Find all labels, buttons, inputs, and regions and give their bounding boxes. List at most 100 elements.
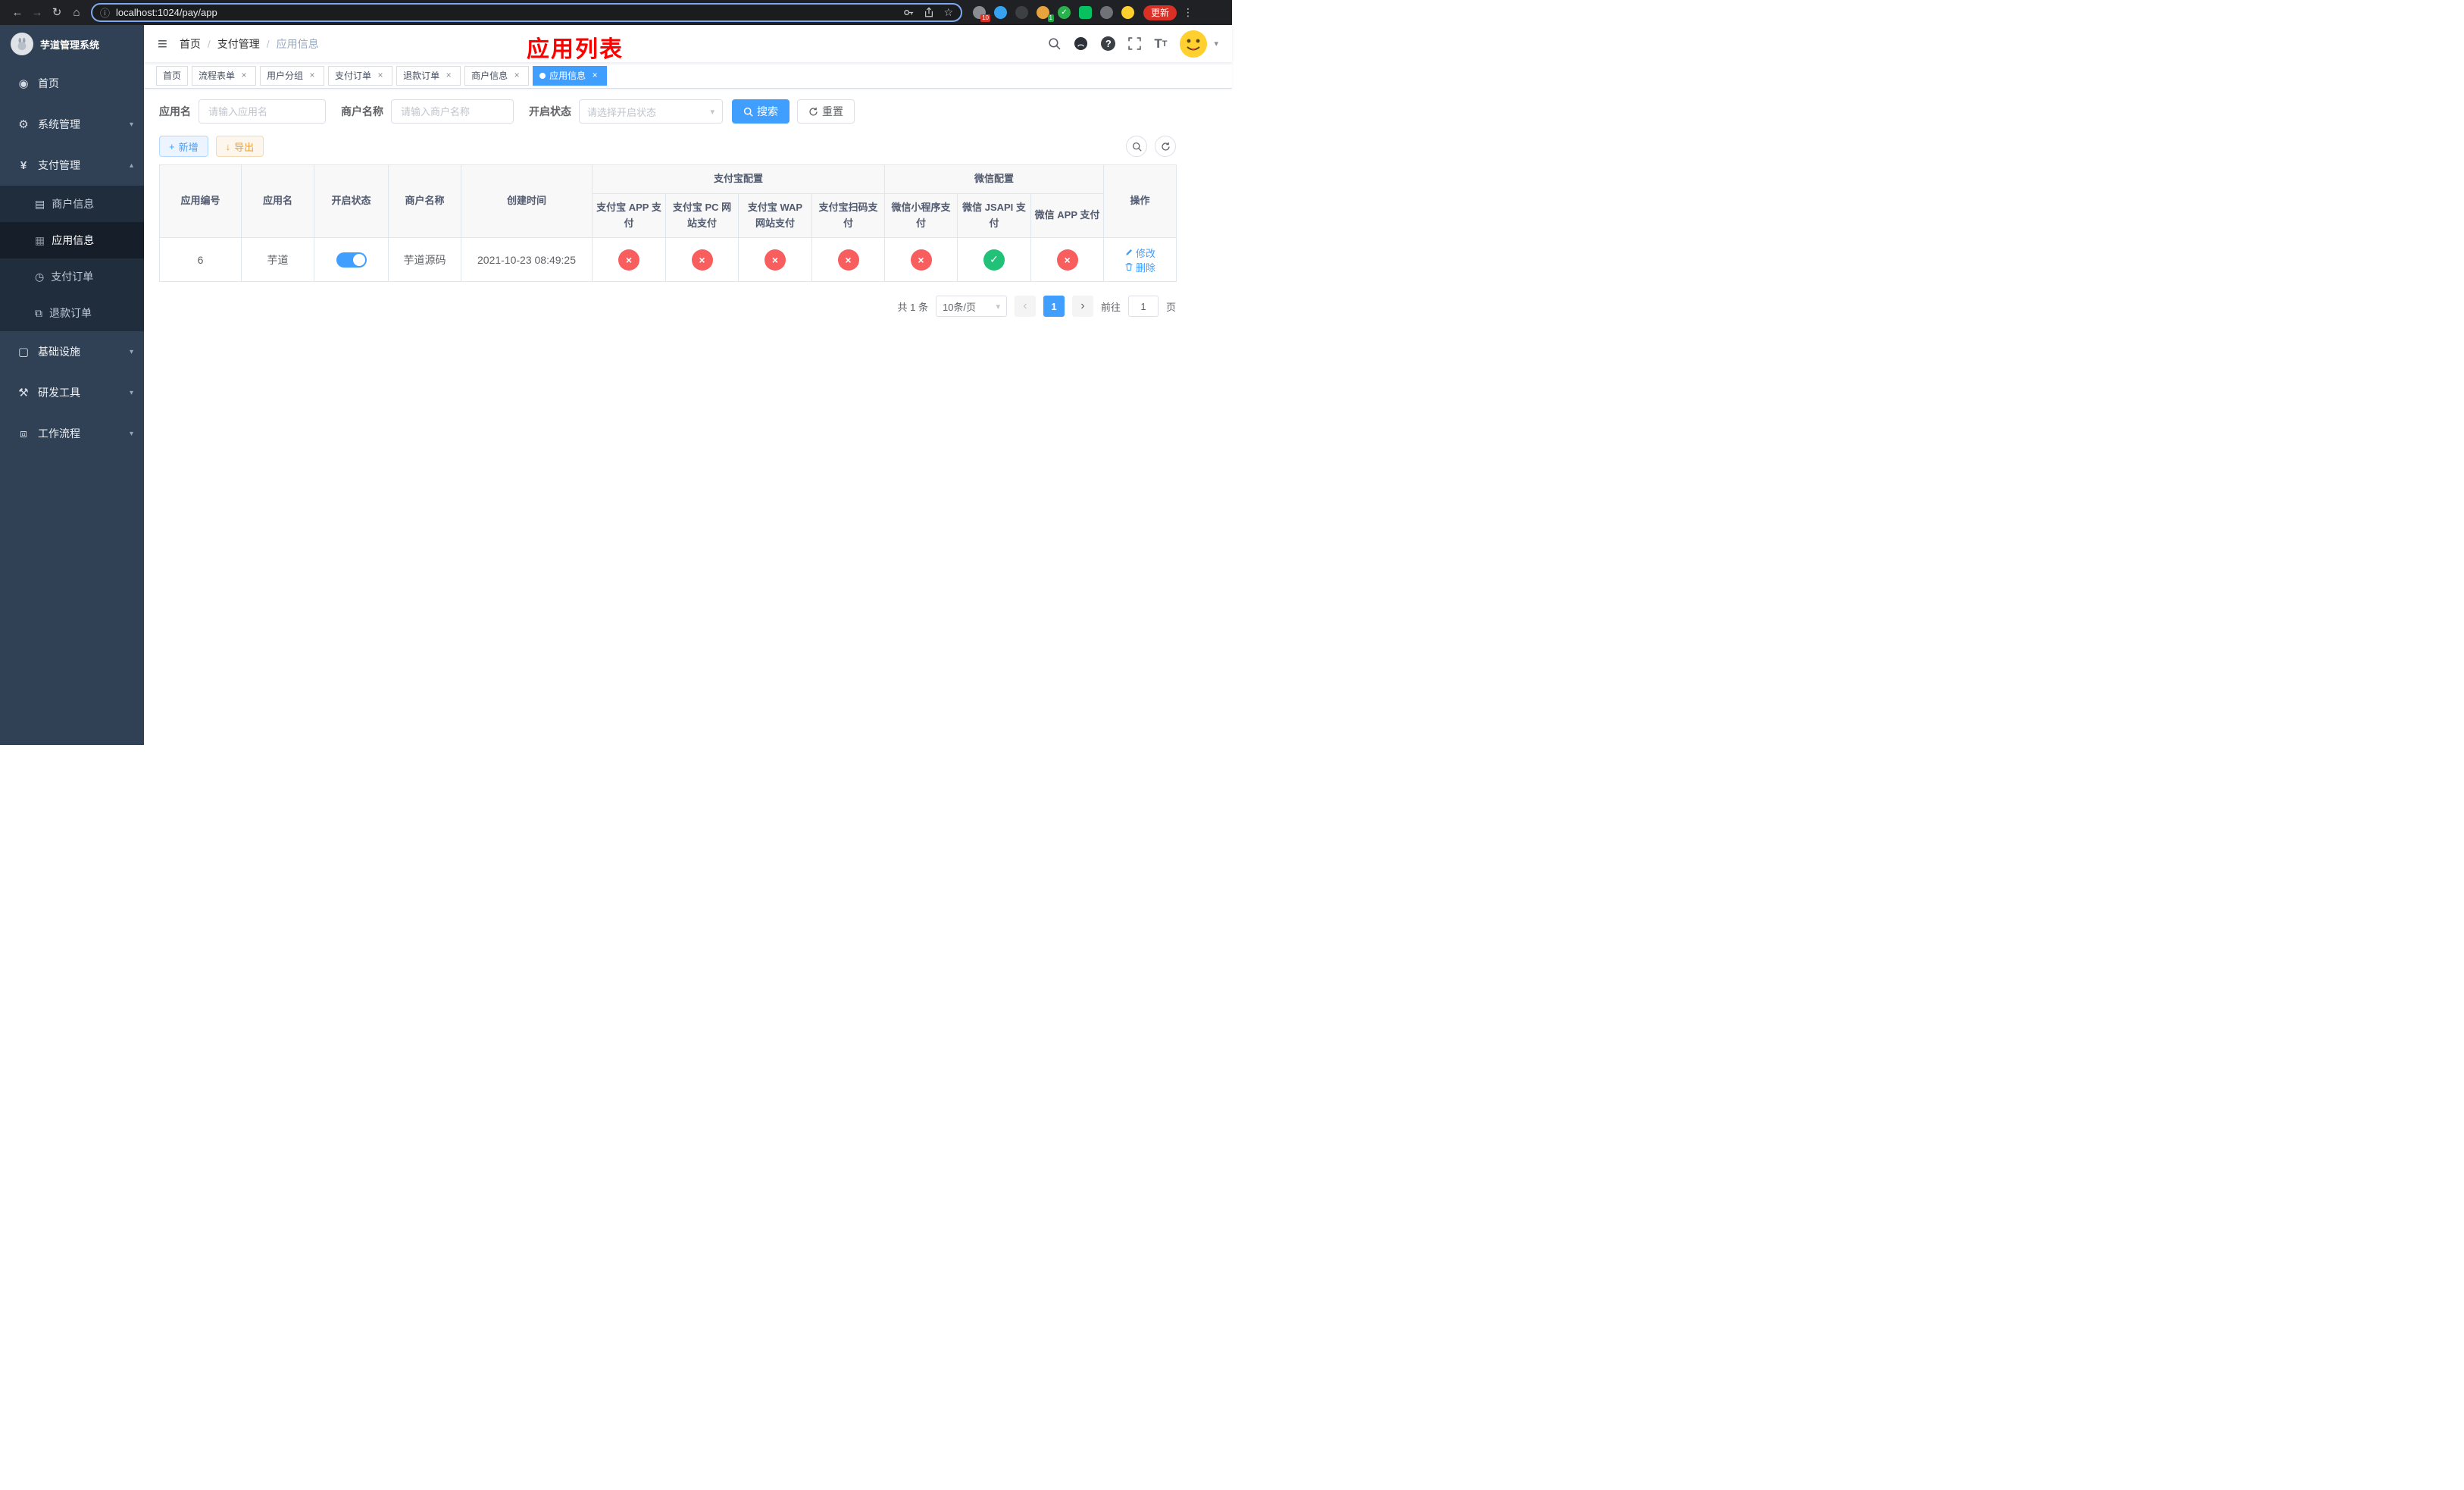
github-icon[interactable]: [1074, 36, 1088, 51]
forward-icon[interactable]: →: [27, 0, 47, 25]
add-button[interactable]: + 新增: [159, 136, 208, 157]
app-name-input[interactable]: [199, 99, 326, 124]
cell-alipay-wap: ×: [738, 237, 812, 282]
cell-alipay-pc: ×: [665, 237, 739, 282]
sidebar-item-label: 应用信息: [52, 234, 95, 246]
back-icon[interactable]: ←: [8, 0, 27, 25]
close-icon[interactable]: ×: [307, 70, 317, 81]
search-button[interactable]: 搜索: [732, 99, 790, 124]
delete-link[interactable]: 删除: [1124, 260, 1155, 274]
edit-link[interactable]: 修改: [1124, 246, 1155, 260]
current-page-button[interactable]: 1: [1043, 296, 1065, 317]
user-avatar[interactable]: [1180, 30, 1208, 58]
sidebar-item-workflow[interactable]: ⧈ 工作流程 ▾: [0, 413, 144, 454]
font-size-icon[interactable]: TT: [1154, 36, 1167, 52]
add-button-label: 新增: [178, 141, 199, 153]
home-icon[interactable]: ⌂: [67, 0, 86, 25]
grid-icon: ▦: [35, 233, 45, 246]
password-key-icon[interactable]: [903, 7, 915, 18]
sidebar-item-app-info[interactable]: ▦ 应用信息: [0, 222, 144, 258]
edit-link-label: 修改: [1136, 247, 1156, 259]
reset-button-label: 重置: [822, 105, 843, 117]
col-header-created: 创建时间: [461, 164, 593, 238]
goto-label: 前往: [1100, 301, 1121, 313]
close-icon[interactable]: ×: [589, 70, 600, 81]
search-icon[interactable]: [1048, 37, 1061, 50]
merchant-name-input[interactable]: [391, 99, 514, 124]
tab-refund-order[interactable]: 退款订单 ×: [396, 65, 461, 86]
cell-actions: 修改 删除: [1103, 237, 1177, 282]
export-button[interactable]: ↓ 导出: [215, 136, 264, 157]
reload-icon[interactable]: ↻: [47, 0, 67, 25]
browser-extension-icon[interactable]: ✓: [1058, 6, 1071, 19]
close-icon[interactable]: ×: [239, 70, 249, 81]
sidebar-item-refund-order[interactable]: ⧉ 退款订单: [0, 295, 144, 331]
status-switch[interactable]: [336, 252, 367, 268]
browser-extension-icon[interactable]: [994, 6, 1007, 19]
tab-label: 商户信息: [471, 70, 508, 81]
profile-extension-icon[interactable]: 1: [1037, 6, 1054, 22]
reset-button[interactable]: 重置: [797, 99, 855, 124]
close-icon[interactable]: ×: [443, 70, 454, 81]
clock-icon: ◷: [35, 270, 45, 283]
page-size-value: 10条/页: [942, 301, 977, 313]
breadcrumb-current: 应用信息: [276, 37, 319, 50]
page-annotation: 应用列表: [527, 37, 624, 62]
chevron-down-icon: ▾: [129, 120, 133, 129]
tab-app-info[interactable]: 应用信息 ×: [533, 65, 608, 86]
prev-page-button[interactable]: ‹: [1014, 296, 1036, 317]
sidebar-item-label: 工作流程: [38, 427, 80, 440]
close-icon[interactable]: ×: [375, 70, 386, 81]
extension-badge: 1: [1047, 14, 1054, 22]
breadcrumb-payment[interactable]: 支付管理: [217, 36, 260, 52]
cell-app-name: 芋道: [241, 237, 314, 282]
tab-merchant-info[interactable]: 商户信息 ×: [464, 65, 530, 86]
share-icon[interactable]: [924, 7, 934, 18]
table-row: 6 芋道 芋道源码 2021-10-23 08:49:25 × × × × × …: [159, 237, 1177, 282]
help-icon[interactable]: ?: [1101, 36, 1116, 51]
sidebar-item-pay-order[interactable]: ◷ 支付订单: [0, 258, 144, 295]
extensions-puzzle-icon[interactable]: [1100, 6, 1113, 19]
tab-user-group[interactable]: 用户分组 ×: [260, 65, 325, 86]
breadcrumb-home[interactable]: 首页: [180, 36, 201, 52]
site-info-icon[interactable]: ⓘ: [100, 5, 110, 20]
next-page-button[interactable]: ›: [1071, 296, 1093, 317]
browser-extension-icon[interactable]: [1015, 6, 1028, 19]
tab-label: 用户分组: [267, 70, 304, 81]
cell-wechat-jsapi: ✓: [957, 237, 1032, 282]
browser-extension-icon[interactable]: 10: [973, 6, 990, 22]
sidebar-item-payment[interactable]: ¥ 支付管理 ▴: [0, 145, 144, 186]
fullscreen-icon[interactable]: [1128, 37, 1142, 50]
sidebar-item-label: 研发工具: [38, 387, 80, 399]
toggle-search-button[interactable]: [1126, 136, 1147, 157]
browser-menu-icon[interactable]: ⋮: [1183, 6, 1193, 19]
sidebar-item-label: 支付订单: [51, 271, 94, 283]
close-icon[interactable]: ×: [511, 70, 522, 81]
page-content: 应用名 商户名称 开启状态 请选择开启状态 ▾ 搜索 重置: [144, 89, 1232, 745]
address-bar[interactable]: ⓘ localhost:1024/pay/app ☆: [91, 3, 962, 22]
tab-label: 退款订单: [403, 70, 440, 81]
sidebar-item-home[interactable]: ◉ 首页: [0, 63, 144, 104]
top-navbar: ≡ 首页 / 支付管理 / 应用信息 应用列表 ? T T ▾: [144, 25, 1232, 63]
sidebar-toggle-icon[interactable]: ≡: [158, 35, 167, 52]
table-toolbar: + 新增 ↓ 导出: [159, 136, 1176, 157]
sidebar-item-devtools[interactable]: ⚒ 研发工具 ▾: [0, 372, 144, 413]
sidebar-item-merchant-info[interactable]: ▤ 商户信息: [0, 186, 144, 222]
tab-home[interactable]: 首页: [156, 65, 189, 86]
tab-process-form[interactable]: 流程表单 ×: [192, 65, 257, 86]
sidebar-item-infrastructure[interactable]: ▢ 基础设施 ▾: [0, 331, 144, 372]
refresh-button[interactable]: [1155, 136, 1176, 157]
wechat-jsapi-status-icon: ✓: [983, 249, 1005, 271]
goto-page-input[interactable]: [1127, 296, 1159, 317]
chat-extension-icon[interactable]: [1079, 6, 1092, 19]
tab-pay-order[interactable]: 支付订单 ×: [328, 65, 393, 86]
bookmark-star-icon[interactable]: ☆: [943, 6, 953, 19]
sidebar-item-system[interactable]: ⚙ 系统管理 ▾: [0, 104, 144, 145]
tab-label: 应用信息: [549, 70, 586, 81]
alipay-wap-status-icon: ×: [765, 249, 786, 271]
page-size-select[interactable]: 10条/页 ▾: [935, 296, 1007, 317]
chrome-update-button[interactable]: 更新: [1143, 5, 1177, 20]
emoji-extension-icon[interactable]: [1121, 6, 1134, 19]
status-select[interactable]: 请选择开启状态 ▾: [579, 99, 723, 124]
app-logo[interactable]: 芋道管理系统: [0, 25, 144, 63]
